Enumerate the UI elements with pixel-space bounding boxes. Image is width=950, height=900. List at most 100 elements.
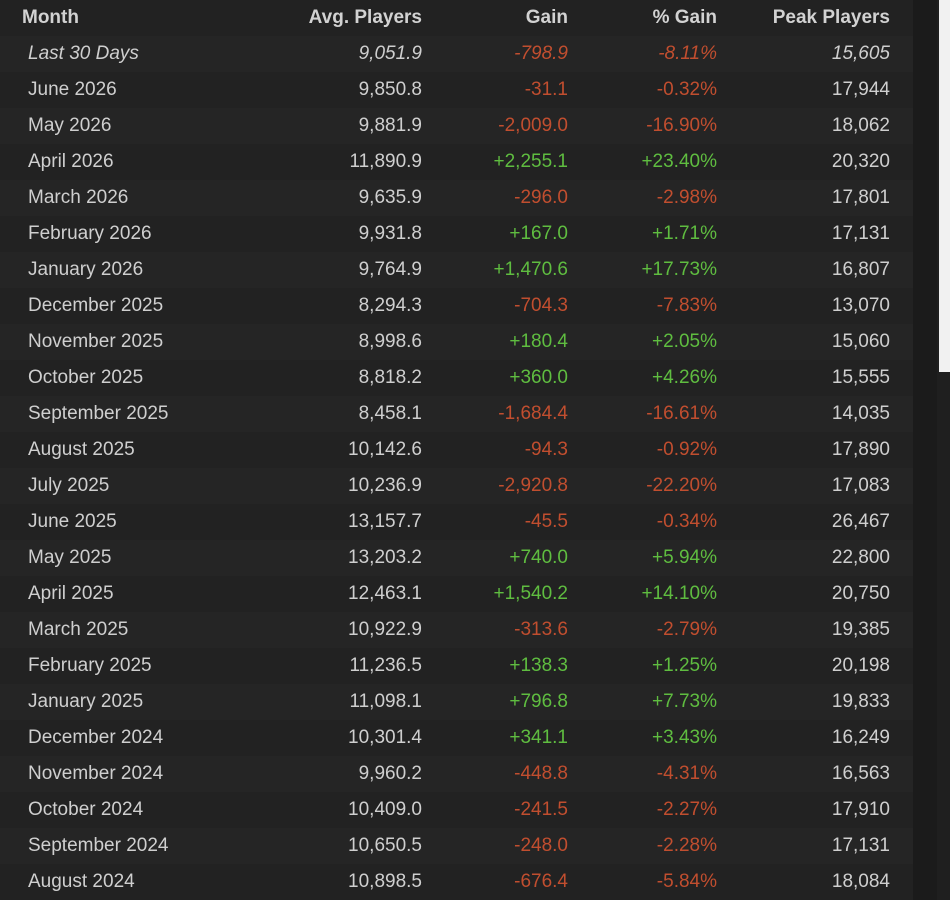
- cell-gain: -94.3: [422, 432, 568, 468]
- cell-spacer: [890, 360, 913, 396]
- cell-month: October 2025: [0, 360, 250, 396]
- cell-peak-players: 20,198: [717, 648, 890, 684]
- cell-month: June 2025: [0, 504, 250, 540]
- table-row: December 2025 8,294.3 -704.3 -7.83% 13,070: [0, 288, 913, 324]
- cell-spacer: [890, 396, 913, 432]
- cell-percent-gain: +5.94%: [568, 540, 717, 576]
- cell-avg-players: 9,881.9: [250, 108, 422, 144]
- cell-avg-players: 9,931.8: [250, 216, 422, 252]
- cell-peak-players: 19,833: [717, 684, 890, 720]
- header-peak-players[interactable]: Peak Players: [717, 0, 890, 36]
- cell-peak-players: 17,910: [717, 792, 890, 828]
- cell-spacer: [890, 576, 913, 612]
- cell-peak-players: 16,563: [717, 756, 890, 792]
- cell-peak-players: 15,060: [717, 324, 890, 360]
- cell-peak-players: 22,800: [717, 540, 890, 576]
- cell-peak-players: 17,083: [717, 468, 890, 504]
- cell-avg-players: 13,203.2: [250, 540, 422, 576]
- cell-percent-gain: +23.40%: [568, 144, 717, 180]
- cell-month: September 2024: [0, 828, 250, 864]
- cell-peak-players: 17,131: [717, 828, 890, 864]
- cell-peak-players: 15,605: [717, 36, 890, 72]
- table-row: February 2025 11,236.5 +138.3 +1.25% 20,198: [0, 648, 913, 684]
- cell-gain: +167.0: [422, 216, 568, 252]
- header-percent-gain[interactable]: % Gain: [568, 0, 717, 36]
- table-row: June 2026 9,850.8 -31.1 -0.32% 17,944: [0, 72, 913, 108]
- scrollbar-thumb[interactable]: [939, 0, 950, 372]
- table-row: September 2024 10,650.5 -248.0 -2.28% 17,131: [0, 828, 913, 864]
- table-row: June 2025 13,157.7 -45.5 -0.34% 26,467: [0, 504, 913, 540]
- cell-avg-players: 11,236.5: [250, 648, 422, 684]
- cell-gain: -31.1: [422, 72, 568, 108]
- table-row: November 2024 9,960.2 -448.8 -4.31% 16,563: [0, 756, 913, 792]
- cell-percent-gain: +3.43%: [568, 720, 717, 756]
- cell-percent-gain: -0.34%: [568, 504, 717, 540]
- cell-avg-players: 8,458.1: [250, 396, 422, 432]
- cell-avg-players: 9,850.8: [250, 72, 422, 108]
- cell-avg-players: 12,463.1: [250, 576, 422, 612]
- cell-month: October 2024: [0, 792, 250, 828]
- cell-spacer: [890, 756, 913, 792]
- cell-month: November 2025: [0, 324, 250, 360]
- cell-spacer: [890, 144, 913, 180]
- cell-peak-players: 13,070: [717, 288, 890, 324]
- table-row: April 2026 11,890.9 +2,255.1 +23.40% 20,320: [0, 144, 913, 180]
- cell-percent-gain: -2.98%: [568, 180, 717, 216]
- cell-gain: -313.6: [422, 612, 568, 648]
- cell-spacer: [890, 216, 913, 252]
- cell-avg-players: 11,098.1: [250, 684, 422, 720]
- cell-month: September 2025: [0, 396, 250, 432]
- table-row: March 2026 9,635.9 -296.0 -2.98% 17,801: [0, 180, 913, 216]
- cell-percent-gain: +14.10%: [568, 576, 717, 612]
- cell-peak-players: 20,750: [717, 576, 890, 612]
- cell-avg-players: 9,764.9: [250, 252, 422, 288]
- cell-percent-gain: +2.05%: [568, 324, 717, 360]
- table-row: August 2024 10,898.5 -676.4 -5.84% 18,084: [0, 864, 913, 900]
- cell-gain: -2,009.0: [422, 108, 568, 144]
- cell-month: August 2025: [0, 432, 250, 468]
- cell-percent-gain: -7.83%: [568, 288, 717, 324]
- cell-month: December 2024: [0, 720, 250, 756]
- cell-percent-gain: -2.27%: [568, 792, 717, 828]
- cell-gain: -296.0: [422, 180, 568, 216]
- cell-spacer: [890, 792, 913, 828]
- cell-gain: +180.4: [422, 324, 568, 360]
- cell-gain: -248.0: [422, 828, 568, 864]
- table-row: February 2026 9,931.8 +167.0 +1.71% 17,131: [0, 216, 913, 252]
- cell-avg-players: 8,294.3: [250, 288, 422, 324]
- cell-month: July 2025: [0, 468, 250, 504]
- cell-percent-gain: +1.25%: [568, 648, 717, 684]
- header-month[interactable]: Month: [0, 0, 250, 36]
- cell-percent-gain: +1.71%: [568, 216, 717, 252]
- cell-month: April 2025: [0, 576, 250, 612]
- cell-month: May 2025: [0, 540, 250, 576]
- cell-month: May 2026: [0, 108, 250, 144]
- player-stats-panel: Month Avg. Players Gain % Gain Peak Play…: [0, 0, 913, 900]
- cell-spacer: [890, 432, 913, 468]
- cell-month: January 2025: [0, 684, 250, 720]
- cell-percent-gain: -8.11%: [568, 36, 717, 72]
- cell-spacer: [890, 180, 913, 216]
- cell-month: March 2025: [0, 612, 250, 648]
- cell-spacer: [890, 720, 913, 756]
- cell-avg-players: 9,635.9: [250, 180, 422, 216]
- header-spacer: [890, 0, 913, 36]
- cell-percent-gain: -0.32%: [568, 72, 717, 108]
- cell-peak-players: 15,555: [717, 360, 890, 396]
- cell-gain: -676.4: [422, 864, 568, 900]
- table-row: May 2025 13,203.2 +740.0 +5.94% 22,800: [0, 540, 913, 576]
- cell-spacer: [890, 540, 913, 576]
- cell-peak-players: 16,807: [717, 252, 890, 288]
- header-avg-players[interactable]: Avg. Players: [250, 0, 422, 36]
- cell-month: April 2026: [0, 144, 250, 180]
- header-gain[interactable]: Gain: [422, 0, 568, 36]
- table-row: April 2025 12,463.1 +1,540.2 +14.10% 20,750: [0, 576, 913, 612]
- cell-gain: -2,920.8: [422, 468, 568, 504]
- cell-spacer: [890, 828, 913, 864]
- cell-spacer: [890, 504, 913, 540]
- cell-avg-players: 10,236.9: [250, 468, 422, 504]
- table-row: January 2026 9,764.9 +1,470.6 +17.73% 16,807: [0, 252, 913, 288]
- cell-month: Last 30 Days: [0, 36, 250, 72]
- cell-percent-gain: -22.20%: [568, 468, 717, 504]
- cell-peak-players: 17,944: [717, 72, 890, 108]
